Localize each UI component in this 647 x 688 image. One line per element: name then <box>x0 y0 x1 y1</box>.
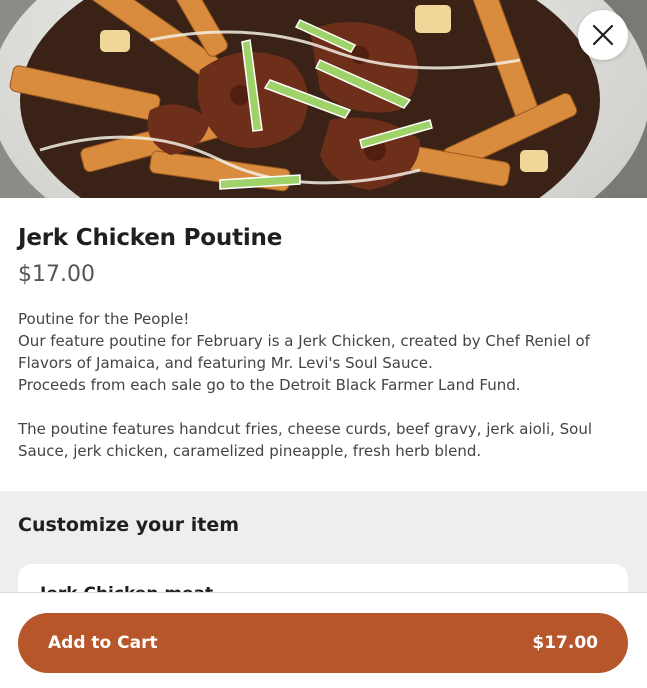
description-line: Proceeds from each sale go to the Detroi… <box>18 376 521 394</box>
add-to-cart-label: Add to Cart <box>48 633 158 653</box>
cart-footer: Add to Cart $17.00 <box>0 592 647 688</box>
customize-title: Customize your item <box>18 514 240 536</box>
description-line: Poutine for the People! <box>18 310 190 328</box>
description-line: Sauce, jerk chicken, caramelized pineapp… <box>18 442 482 460</box>
food-photo-illustration <box>0 0 647 198</box>
add-to-cart-button[interactable]: Add to Cart $17.00 <box>18 613 628 673</box>
item-title: Jerk Chicken Poutine <box>18 225 283 251</box>
cart-total-price: $17.00 <box>532 633 598 653</box>
item-description: Poutine for the People! Our feature pout… <box>18 308 628 462</box>
description-spacer <box>18 396 628 418</box>
customize-section: Customize your item Jerk Chicken meat <box>0 491 647 624</box>
description-line: Flavors of Jamaica, and featuring Mr. Le… <box>18 354 433 372</box>
close-button[interactable] <box>578 10 628 60</box>
item-hero-image <box>0 0 647 198</box>
item-info: Jerk Chicken Poutine $17.00 Poutine for … <box>18 198 628 462</box>
close-icon <box>592 24 614 46</box>
description-line: Our feature poutine for February is a Je… <box>18 332 590 350</box>
description-line: The poutine features handcut fries, chee… <box>18 420 593 438</box>
item-price: $17.00 <box>18 262 95 287</box>
